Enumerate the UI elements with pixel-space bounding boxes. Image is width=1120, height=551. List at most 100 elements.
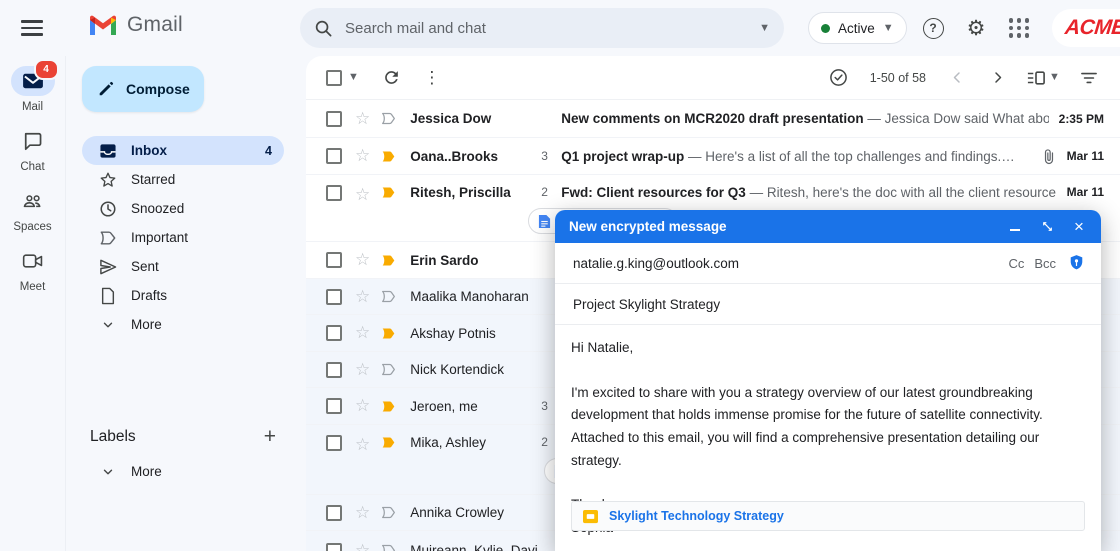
- star-icon[interactable]: ☆: [355, 323, 370, 343]
- rail-item-mail[interactable]: 4 Mail: [0, 59, 65, 113]
- sender-name: Oana..Brooks: [410, 148, 499, 164]
- star-icon[interactable]: ☆: [355, 360, 370, 380]
- compose-label: Compose: [126, 81, 190, 97]
- to-field[interactable]: [571, 254, 1009, 272]
- help-icon[interactable]: ?: [920, 15, 946, 41]
- importance-marker-icon[interactable]: [380, 185, 397, 200]
- bcc-button[interactable]: Bcc: [1034, 256, 1056, 271]
- importance-marker-icon[interactable]: [380, 253, 397, 268]
- star-icon[interactable]: ☆: [355, 185, 370, 205]
- select-all-checkbox[interactable]: [326, 69, 342, 86]
- add-label-icon[interactable]: +: [264, 426, 276, 447]
- sidebar-item-sent[interactable]: Sent: [82, 252, 284, 281]
- search-options-caret-icon[interactable]: ▼: [759, 22, 770, 34]
- open-in-full-icon[interactable]: [1039, 219, 1055, 235]
- rail-item-spaces[interactable]: Spaces: [0, 186, 65, 233]
- newer-page-icon[interactable]: [944, 65, 970, 91]
- row-checkbox[interactable]: [326, 252, 342, 268]
- subject-snippet: Q1 project wrap-up — Here's a list of al…: [561, 148, 1015, 164]
- sidebar-item-starred[interactable]: Starred: [82, 165, 284, 194]
- importance-marker-icon[interactable]: [380, 149, 397, 164]
- subject-snippet: New comments on MCR2020 draft presentati…: [561, 111, 1049, 126]
- attachment-name: Skylight Technology Strategy: [609, 509, 784, 523]
- search-bar[interactable]: ▼: [300, 8, 784, 48]
- sidebar-item-inbox[interactable]: Inbox 4: [82, 136, 284, 165]
- app-rail: 4 Mail Chat Spaces Meet: [0, 56, 66, 551]
- star-icon[interactable]: ☆: [355, 250, 370, 270]
- draft-icon: [98, 287, 118, 305]
- rail-item-label: Meet: [19, 281, 46, 293]
- compose-window: New encrypted message × Cc Bcc Hi Nat: [555, 210, 1101, 551]
- sender-name: Akshay Potnis: [410, 325, 496, 341]
- status-selector[interactable]: Active ▼: [808, 12, 907, 44]
- sidebar-item-label: Inbox: [131, 143, 167, 158]
- sidebar-item-label: Important: [131, 230, 189, 245]
- encryption-shield-icon[interactable]: [1068, 254, 1085, 272]
- row-checkbox[interactable]: [326, 542, 342, 551]
- list-toolbar: ▼ ⋮ 1-50 of 58 ▼: [306, 56, 1120, 100]
- search-icon[interactable]: [314, 19, 333, 38]
- row-checkbox[interactable]: [326, 435, 342, 451]
- rail-item-meet[interactable]: Meet: [0, 246, 65, 293]
- importance-marker-icon[interactable]: [380, 111, 397, 126]
- row-checkbox[interactable]: [326, 361, 342, 378]
- sidebar-item-drafts[interactable]: Drafts: [82, 281, 284, 310]
- star-icon[interactable]: ☆: [355, 435, 370, 455]
- row-checkbox[interactable]: [326, 325, 342, 341]
- row-checkbox[interactable]: [326, 504, 342, 521]
- thread-count: 2: [541, 435, 548, 449]
- compose-button[interactable]: Compose: [82, 66, 204, 112]
- cc-button[interactable]: Cc: [1008, 256, 1024, 271]
- row-checkbox[interactable]: [326, 148, 342, 164]
- main-menu-icon[interactable]: [18, 15, 46, 41]
- sidebar-item-snoozed[interactable]: Snoozed: [82, 194, 284, 223]
- row-checkbox[interactable]: [326, 185, 342, 201]
- importance-marker-icon[interactable]: [380, 362, 397, 377]
- sender-name: Ritesh, Priscilla: [410, 185, 511, 200]
- rail-item-label: Mail: [21, 101, 44, 113]
- attachment-chip[interactable]: Skylight Technology Strategy: [571, 501, 1085, 531]
- star-icon[interactable]: ☆: [355, 396, 370, 416]
- thread-count: 3: [541, 149, 548, 163]
- star-icon[interactable]: ☆: [355, 541, 370, 551]
- status-label: Active: [838, 20, 875, 36]
- sidebar-item-important[interactable]: Important: [82, 223, 284, 252]
- importance-marker-icon[interactable]: [380, 289, 397, 304]
- search-input[interactable]: [343, 18, 760, 38]
- row-checkbox[interactable]: [326, 288, 342, 305]
- importance-marker-icon[interactable]: [380, 399, 397, 414]
- compose-header[interactable]: New encrypted message ×: [555, 210, 1101, 243]
- settings-gear-icon[interactable]: ⚙: [963, 15, 989, 41]
- rail-item-chat[interactable]: Chat: [0, 126, 65, 173]
- doc-file-icon: [538, 214, 551, 229]
- select-caret-icon[interactable]: ▼: [348, 72, 359, 83]
- star-icon[interactable]: ☆: [355, 109, 370, 129]
- more-options-icon[interactable]: ⋮: [419, 65, 445, 91]
- refresh-icon[interactable]: [379, 65, 405, 91]
- select-status-check-icon[interactable]: [826, 65, 852, 91]
- minimize-icon[interactable]: [1007, 219, 1023, 235]
- sidebar-item-label: Drafts: [131, 288, 168, 303]
- email-time: Mar 11: [1066, 149, 1104, 163]
- sidebar-item-more[interactable]: More: [82, 310, 284, 339]
- sender-name: Jeroen, me: [410, 398, 478, 414]
- close-icon[interactable]: ×: [1071, 218, 1087, 235]
- email-row[interactable]: ☆ Oana..Brooks 3 Q1 project wrap-up — He…: [306, 138, 1120, 175]
- reading-pane-toggle-icon[interactable]: ▼: [1024, 65, 1062, 91]
- importance-marker-icon[interactable]: [380, 326, 397, 341]
- body-paragraph: I'm excited to share with you a strategy…: [571, 384, 1043, 468]
- older-page-icon[interactable]: [984, 65, 1010, 91]
- google-apps-grid-icon[interactable]: [1006, 15, 1032, 41]
- row-checkbox[interactable]: [326, 110, 342, 127]
- email-row[interactable]: ☆ Jessica Dow New comments on MCR2020 dr…: [306, 100, 1120, 138]
- labels-more-item[interactable]: More: [82, 457, 284, 486]
- importance-marker-icon[interactable]: [380, 505, 397, 520]
- star-icon[interactable]: ☆: [355, 146, 370, 166]
- importance-marker-icon[interactable]: [380, 543, 397, 551]
- subject-field[interactable]: [571, 295, 1085, 313]
- importance-marker-icon[interactable]: [380, 435, 397, 450]
- star-icon[interactable]: ☆: [355, 503, 370, 523]
- filter-icon[interactable]: [1076, 65, 1102, 91]
- row-checkbox[interactable]: [326, 398, 342, 414]
- star-icon[interactable]: ☆: [355, 287, 370, 307]
